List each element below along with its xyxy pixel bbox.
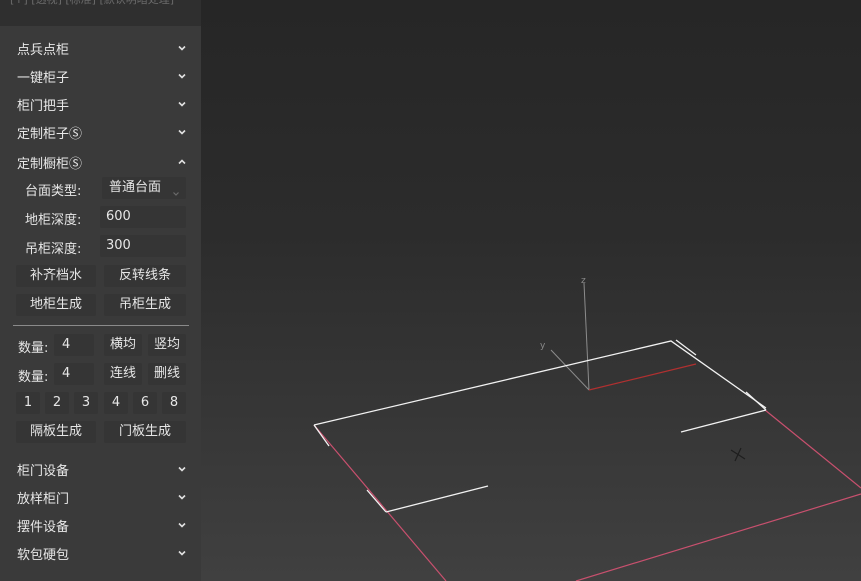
chevron-down-icon xyxy=(172,184,180,206)
section-custom-kitchen[interactable]: 定制橱柜Ⓢ xyxy=(0,149,201,175)
axis-z-label: z xyxy=(581,276,586,286)
chevron-down-icon xyxy=(177,520,187,530)
viewport-label-bar[interactable]: [+] [透视] [标准] [默认明暗处理] xyxy=(0,0,201,26)
connect-lines-button[interactable]: 连线 xyxy=(104,363,142,385)
section-dianbing-dian-gui[interactable]: 点兵点柜 xyxy=(0,35,201,61)
preset-row: 1 2 3 4 6 8 xyxy=(0,392,201,416)
section-label: 定制橱柜Ⓢ xyxy=(17,156,83,172)
section-one-click-cabinet[interactable]: 一键柜子 xyxy=(0,63,201,89)
viewport-scene xyxy=(313,282,861,581)
app-root: [+] [透视] [标准] [默认明暗处理] 点兵点柜 一键柜子 柜门把手 定制… xyxy=(0,0,861,581)
section-soft-hard-panel[interactable]: 软包硬包 xyxy=(0,540,201,566)
section-label: 柜门设备 xyxy=(17,463,70,479)
section-door-equipment[interactable]: 柜门设备 xyxy=(0,456,201,482)
quantity-row-2: 数量: 4 连线 删线 xyxy=(0,363,201,387)
axis-y-label: y xyxy=(540,341,546,351)
vertical-even-button[interactable]: 竖均 xyxy=(148,334,186,356)
quantity-input-1[interactable]: 4 xyxy=(54,334,94,356)
pivot-cross-icon xyxy=(730,447,746,462)
countertop-outline xyxy=(313,339,767,513)
section-label: 摆件设备 xyxy=(17,519,70,535)
world-axes xyxy=(550,282,697,391)
delete-lines-button[interactable]: 删线 xyxy=(148,363,186,385)
wall-cabinet-generate-button[interactable]: 吊柜生成 xyxy=(104,294,186,316)
countertop-type-select[interactable]: 普通台面 xyxy=(102,177,186,199)
chevron-up-icon xyxy=(177,157,187,167)
section-decor-equipment[interactable]: 摆件设备 xyxy=(0,512,201,538)
ground-outline xyxy=(313,409,861,581)
wall-depth-label: 吊柜深度: xyxy=(25,242,82,257)
preset-button[interactable]: 8 xyxy=(162,392,186,414)
quantity-label: 数量: xyxy=(18,341,49,356)
base-depth-row: 地柜深度: 600 xyxy=(0,206,201,230)
section-custom-cabinet[interactable]: 定制柜子Ⓢ xyxy=(0,119,201,145)
partition-generate-button[interactable]: 隔板生成 xyxy=(16,421,96,443)
countertop-type-value: 普通台面 xyxy=(109,180,162,195)
section-label: 柜门把手 xyxy=(17,98,70,114)
reverse-lines-button[interactable]: 反转线条 xyxy=(104,265,186,287)
base-depth-label: 地柜深度: xyxy=(25,213,82,228)
preset-button[interactable]: 3 xyxy=(74,392,98,414)
perspective-viewport[interactable]: z y xyxy=(201,0,861,581)
chevron-down-icon xyxy=(177,43,187,53)
section-label: 点兵点柜 xyxy=(17,42,70,58)
chevron-down-icon xyxy=(177,99,187,109)
countertop-type-label: 台面类型: xyxy=(25,184,82,199)
tool-panel: [+] [透视] [标准] [默认明暗处理] 点兵点柜 一键柜子 柜门把手 定制… xyxy=(0,0,201,581)
section-label: 一键柜子 xyxy=(17,70,70,86)
section-label: 软包硬包 xyxy=(17,547,70,563)
wall-depth-input[interactable]: 300 xyxy=(100,235,186,257)
section-divider xyxy=(13,325,189,326)
door-panel-generate-button[interactable]: 门板生成 xyxy=(104,421,186,443)
section-label: 定制柜子Ⓢ xyxy=(17,126,83,142)
horizontal-even-button[interactable]: 横均 xyxy=(104,334,142,356)
preset-button[interactable]: 1 xyxy=(16,392,40,414)
chevron-down-icon xyxy=(177,127,187,137)
base-depth-input[interactable]: 600 xyxy=(100,206,186,228)
preset-button[interactable]: 2 xyxy=(45,392,69,414)
quantity-input-2[interactable]: 4 xyxy=(54,363,94,385)
chevron-down-icon xyxy=(177,71,187,81)
chevron-down-icon xyxy=(177,548,187,558)
section-door-handle[interactable]: 柜门把手 xyxy=(0,91,201,117)
section-label: 放样柜门 xyxy=(17,491,70,507)
chevron-down-icon xyxy=(177,464,187,474)
base-cabinet-generate-button[interactable]: 地柜生成 xyxy=(16,294,96,316)
wall-depth-row: 吊柜深度: 300 xyxy=(0,235,201,259)
section-loft-door[interactable]: 放样柜门 xyxy=(0,484,201,510)
preset-button[interactable]: 6 xyxy=(133,392,157,414)
chevron-down-icon xyxy=(177,492,187,502)
countertop-type-row: 台面类型: 普通台面 xyxy=(0,177,201,201)
quantity-label: 数量: xyxy=(18,370,49,385)
fill-backsplash-button[interactable]: 补齐档水 xyxy=(16,265,96,287)
preset-button[interactable]: 4 xyxy=(104,392,128,414)
quantity-row-1: 数量: 4 横均 竖均 xyxy=(0,334,201,358)
